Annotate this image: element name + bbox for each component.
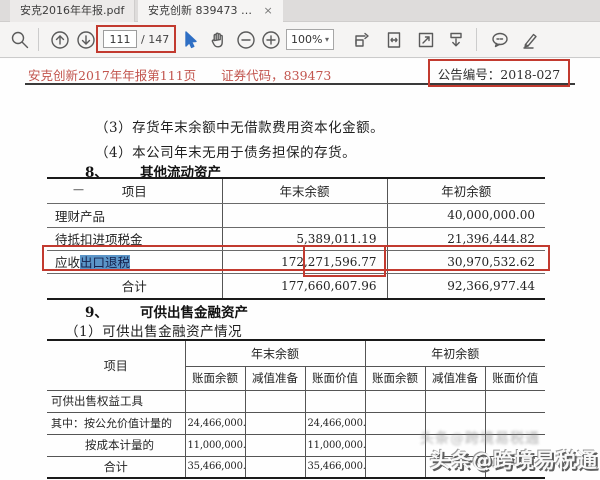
- tab-document-2[interactable]: 安克创新 839473 … ×: [138, 0, 283, 22]
- t1-r1-item: 理财产品: [47, 203, 222, 227]
- tab-bar: 安克2016年年报.pdf 安克创新 839473 … ×: [0, 0, 600, 22]
- tab-label: 安克创新 839473 …: [148, 4, 252, 17]
- t2-sub-value: 账面价值: [485, 366, 545, 390]
- pdf-reader-window: 安克2016年年报.pdf 安克创新 839473 … × / 147: [0, 0, 600, 480]
- fit-width-icon[interactable]: [384, 30, 404, 50]
- next-page-icon[interactable]: [76, 30, 96, 50]
- table-row: 理财产品 40,000,000.00: [47, 203, 545, 227]
- t2-sub-impairment: 减值准备: [425, 366, 485, 390]
- paragraph-4: （4）本公司年末无用于债务担保的存货。: [95, 141, 356, 161]
- comment-icon[interactable]: [490, 30, 510, 50]
- paragraph-3: （3）存货年末余额中无借款费用资本化金额。: [95, 116, 384, 136]
- t1-r4-item: 合计: [47, 273, 222, 299]
- toolbar: / 147 100% ▾: [0, 22, 600, 58]
- t2-r2-end-value: 24,466,000.00: [305, 412, 365, 434]
- t1-header-item: — 项目: [47, 178, 222, 203]
- t1-r3-begin: 30,970,532.62: [387, 250, 545, 273]
- table-row: 可供出售权益工具: [47, 390, 545, 412]
- section-9-sub: （1）可供出售金融资产情况: [65, 320, 242, 340]
- notice-number-annotation-box: 公告编号：2018-027: [428, 59, 570, 87]
- page-number-input[interactable]: [103, 30, 137, 48]
- t1-header-year-end: 年末余额: [222, 178, 387, 203]
- t2-r4-end-value: 35,466,000.00: [305, 456, 365, 478]
- doc-header-left: 安克创新2017年年报第111页 证券代码，839473: [28, 65, 331, 84]
- page-number-annotation-box: / 147: [96, 25, 176, 53]
- tab-close-icon[interactable]: ×: [263, 0, 272, 22]
- toolbar-separator: [476, 28, 477, 51]
- watermark: 头条@跨境易税通: [430, 444, 598, 473]
- t2-sub-balance: 账面余额: [365, 366, 425, 390]
- select-tool-icon[interactable]: [180, 30, 200, 50]
- chevron-down-icon: ▾: [325, 35, 329, 44]
- t2-r3-end-value: 11,000,000.00: [305, 434, 365, 456]
- t2-r2-end-balance: 24,466,000.00: [185, 412, 245, 434]
- t2-r4-end-balance: 35,466,000.00: [185, 456, 245, 478]
- t1-r4-end: 177,660,607.96: [222, 273, 387, 299]
- selected-text: 出口退税: [80, 255, 130, 270]
- tab-label: 安克2016年年报.pdf: [20, 4, 124, 17]
- t2-header-item: 项目: [47, 340, 185, 390]
- t1-r2-item: 待抵扣进项税金: [47, 227, 222, 250]
- t2-r2-item: 其中：按公允价值计量的: [47, 412, 185, 434]
- t2-r3-item: 按成本计量的: [47, 434, 185, 456]
- t2-r1-item: 可供出售权益工具: [47, 390, 185, 412]
- t2-sub-impairment: 减值准备: [245, 366, 305, 390]
- actual-size-icon[interactable]: [416, 30, 436, 50]
- fit-page-icon[interactable]: [352, 30, 372, 50]
- zoom-level-dropdown[interactable]: 100% ▾: [286, 29, 334, 50]
- hand-tool-icon[interactable]: [208, 30, 228, 50]
- zoom-level-value: 100%: [291, 33, 322, 46]
- t2-header-year-begin: 年初余额: [365, 340, 545, 366]
- section-9-title: 可供出售金融资产: [140, 301, 248, 321]
- t2-sub-balance: 账面余额: [185, 366, 245, 390]
- t1-header-year-begin: 年初余额: [387, 178, 545, 203]
- section-9-number: 9、: [85, 301, 108, 321]
- t2-r4-item: 合计: [47, 456, 185, 478]
- t1-r1-end: [222, 203, 387, 227]
- t1-r3-item: 应收出口退税: [47, 250, 222, 273]
- previous-page-icon[interactable]: [50, 30, 70, 50]
- search-icon[interactable]: [10, 30, 30, 50]
- t1-r3-end: 172,271,596.77: [222, 250, 387, 273]
- highlighter-icon[interactable]: [520, 30, 540, 50]
- page-total-label: / 147: [141, 33, 169, 46]
- t1-r2-end: 5,389,011.19: [222, 227, 387, 250]
- tab-document-1[interactable]: 安克2016年年报.pdf: [10, 0, 135, 22]
- zoom-out-icon[interactable]: [236, 30, 256, 50]
- t1-r4-begin: 92,366,977.44: [387, 273, 545, 299]
- table-row: 应收出口退税 172,271,596.77 30,970,532.62: [47, 250, 545, 273]
- t2-header-year-end: 年末余额: [185, 340, 365, 366]
- t2-sub-value: 账面价值: [305, 366, 365, 390]
- t1-r2-begin: 21,396,444.82: [387, 227, 545, 250]
- t2-r3-end-balance: 11,000,000.00: [185, 434, 245, 456]
- zoom-in-icon[interactable]: [261, 30, 281, 50]
- toolbar-separator: [38, 28, 39, 51]
- other-current-assets-table: — 项目 年末余额 年初余额 理财产品 40,000,000.00 待抵扣进项税…: [47, 177, 545, 300]
- t1-r1-begin: 40,000,000.00: [387, 203, 545, 227]
- table-row: 合计 177,660,607.96 92,366,977.44: [47, 273, 545, 299]
- t1-dash-mark: —: [73, 183, 84, 196]
- notice-number-text: 公告编号：2018-027: [438, 64, 560, 83]
- continuous-scroll-icon[interactable]: [446, 30, 466, 50]
- table-row: 待抵扣进项税金 5,389,011.19 21,396,444.82: [47, 227, 545, 250]
